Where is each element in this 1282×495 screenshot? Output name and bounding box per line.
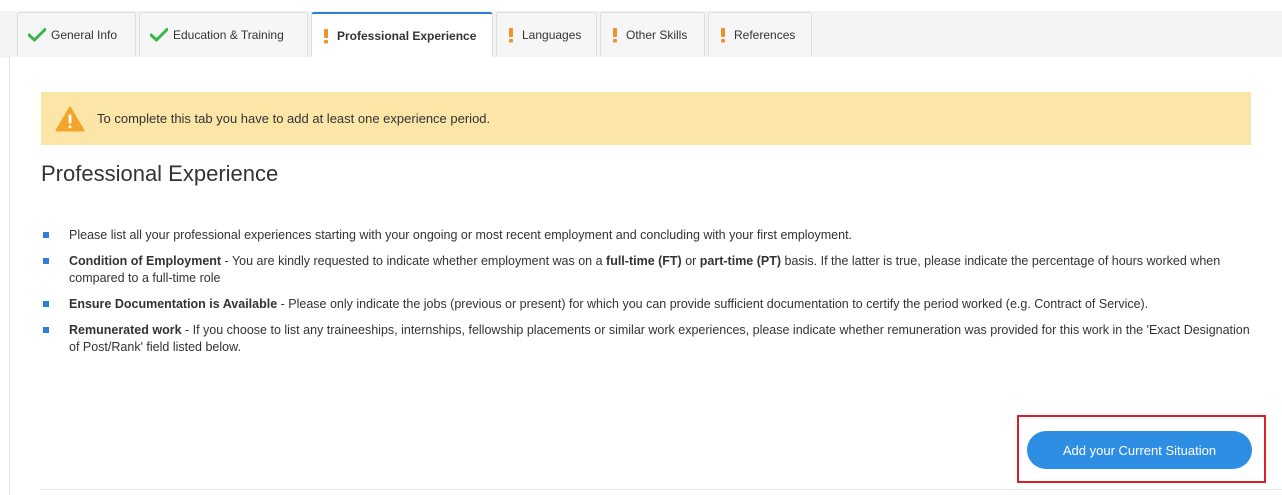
tab-bar: General Info Education & Training Profes… [0, 11, 1282, 58]
add-current-situation-button[interactable]: Add your Current Situation [1027, 431, 1252, 469]
list-item-term: Remunerated work [69, 323, 182, 337]
list-item: Condition of Employment - You are kindly… [41, 253, 1256, 287]
tab-label: General Info [51, 27, 118, 42]
section-title: Professional Experience [41, 161, 279, 186]
exclamation-icon [506, 27, 516, 43]
list-item-text: or [681, 254, 700, 268]
alert-text: To complete this tab you have to add at … [97, 111, 491, 126]
tab-label: References [734, 27, 796, 42]
tab-label: Languages [522, 27, 582, 42]
list-item-text: - Please only indicate the jobs (previou… [277, 297, 1149, 311]
list-item-text: - You are kindly requested to indicate w… [221, 254, 607, 268]
warning-icon [55, 106, 85, 132]
list-item: Ensure Documentation is Available - Plea… [41, 296, 1256, 313]
tab-label: Education & Training [173, 27, 284, 42]
checkmark-icon [149, 27, 169, 43]
tab-education-training[interactable]: Education & Training [139, 12, 308, 56]
tab-other-skills[interactable]: Other Skills [600, 12, 705, 56]
list-item: Please list all your professional experi… [41, 227, 1256, 244]
bullet-square-icon [43, 258, 49, 264]
tab-label: Professional Experience [337, 29, 477, 43]
list-item-text: - If you choose to list any traineeships… [69, 323, 1250, 354]
exclamation-icon [718, 27, 728, 43]
tab-languages[interactable]: Languages [496, 12, 597, 56]
exclamation-icon [610, 27, 620, 43]
divider [41, 489, 1282, 490]
list-item: Remunerated work - If you choose to list… [41, 322, 1256, 356]
bullet-square-icon [43, 327, 49, 333]
list-item-term: Condition of Employment [69, 254, 222, 268]
tab-label: Other Skills [626, 27, 688, 42]
checkmark-icon [27, 27, 47, 43]
list-item-emphasis: part-time (PT) [699, 254, 782, 268]
bullet-square-icon [43, 232, 49, 238]
list-item-text: Please list all your professional experi… [69, 228, 853, 242]
warning-alert: To complete this tab you have to add at … [41, 92, 1251, 145]
exclamation-icon [321, 28, 331, 44]
guidelines-list: Please list all your professional experi… [41, 227, 1256, 365]
list-item-emphasis: full-time (FT) [606, 254, 682, 268]
tab-general-info[interactable]: General Info [17, 12, 136, 56]
list-item-term: Ensure Documentation is Available [69, 297, 278, 311]
tab-professional-experience[interactable]: Professional Experience [311, 12, 493, 58]
tab-references[interactable]: References [708, 12, 812, 56]
bullet-square-icon [43, 301, 49, 307]
